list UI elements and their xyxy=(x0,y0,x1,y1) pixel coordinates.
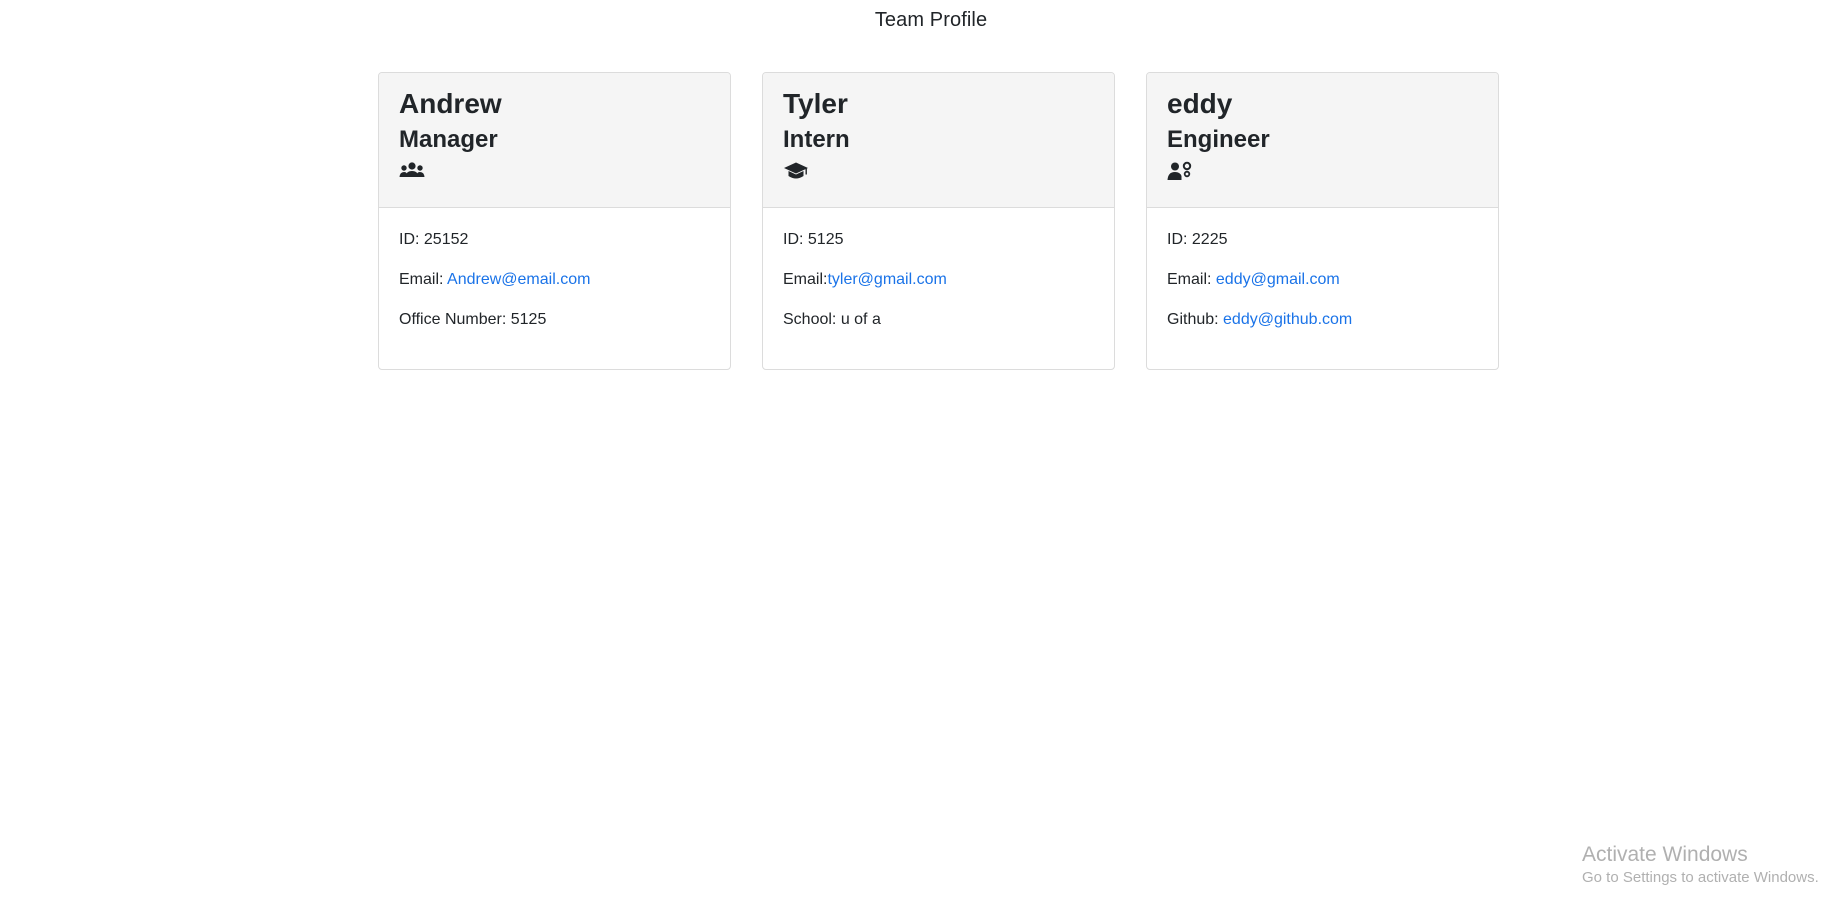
card-header: Tyler Intern xyxy=(763,73,1114,208)
graduation-cap-icon xyxy=(783,161,809,183)
employee-card-intern: Tyler Intern ID: 5125 Email:tyler@gmail.… xyxy=(762,72,1115,370)
email-link[interactable]: Andrew@email.com xyxy=(447,271,590,288)
office-number: Office Number: 5125 xyxy=(399,311,547,328)
employee-role: Engineer xyxy=(1167,126,1270,153)
employee-email-line: Email: eddy@gmail.com xyxy=(1167,270,1478,290)
employee-id: ID: 25152 xyxy=(399,231,469,248)
github-line: Github: eddy@github.com xyxy=(1167,310,1478,330)
employee-email-line: Email: Andrew@email.com xyxy=(399,270,710,290)
page: Team Profile Andrew Manager ID: 25152 Em… xyxy=(0,0,1837,907)
activate-windows-watermark: Activate Windows Go to Settings to activ… xyxy=(1582,842,1819,888)
employee-role: Intern xyxy=(783,126,850,153)
card-body: ID: 25152 Email: Andrew@email.com Office… xyxy=(379,208,730,330)
watermark-subtitle: Go to Settings to activate Windows. xyxy=(1582,869,1819,886)
email-link[interactable]: eddy@gmail.com xyxy=(1216,271,1340,288)
employee-id: ID: 2225 xyxy=(1167,231,1228,248)
page-title: Team Profile xyxy=(874,9,988,31)
card-body: ID: 5125 Email:tyler@gmail.com School: u… xyxy=(763,208,1114,330)
employee-id: ID: 5125 xyxy=(783,231,844,248)
user-cog-icon xyxy=(1167,161,1193,183)
users-icon xyxy=(399,161,425,183)
employee-name: eddy xyxy=(1167,88,1233,119)
team-cards: Andrew Manager ID: 25152 Email: Andrew@e… xyxy=(378,72,1499,370)
email-label: Email: xyxy=(1167,271,1216,288)
employee-card-engineer: eddy Engineer ID: 2225 Email: eddy@gmail… xyxy=(1146,72,1499,370)
card-body: ID: 2225 Email: eddy@gmail.com Github: e… xyxy=(1147,208,1498,330)
github-label: Github: xyxy=(1167,311,1224,328)
card-header: Andrew Manager xyxy=(379,73,730,208)
employee-email-line: Email:tyler@gmail.com xyxy=(783,270,1094,290)
email-label: Email: xyxy=(783,271,828,288)
employee-role: Manager xyxy=(399,126,498,153)
watermark-title: Activate Windows xyxy=(1582,843,1748,866)
card-header: eddy Engineer xyxy=(1147,73,1498,208)
employee-name: Andrew xyxy=(399,88,502,119)
school: School: u of a xyxy=(783,311,881,328)
github-link[interactable]: eddy@github.com xyxy=(1223,311,1352,328)
email-label: Email: xyxy=(399,271,448,288)
employee-name: Tyler xyxy=(783,88,848,119)
email-link[interactable]: tyler@gmail.com xyxy=(827,271,946,288)
employee-card-manager: Andrew Manager ID: 25152 Email: Andrew@e… xyxy=(378,72,731,370)
